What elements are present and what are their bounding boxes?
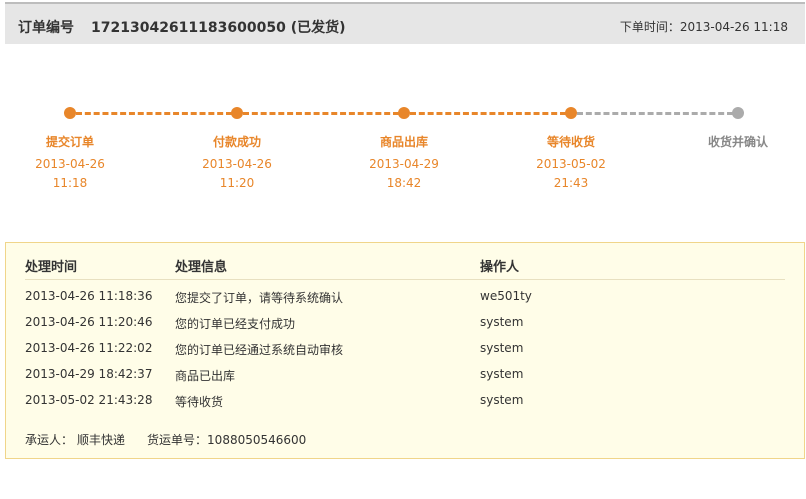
shipping-info: 承运人： 顺丰快递 货运单号：1088050546600 <box>25 431 306 448</box>
row-operator: system <box>480 315 524 329</box>
order-time-label: 下单时间： <box>619 20 680 34</box>
progress-connector <box>577 112 733 115</box>
order-time-value: 2013-04-26 11:18 <box>679 20 788 34</box>
step-time: 18:42 <box>386 176 422 190</box>
row-info: 您提交了订单，请等待系统确认 <box>175 291 344 305</box>
log-row: 2013-04-26 11:20:46 您的订单已经支付成功 system <box>25 315 785 335</box>
progress-dot <box>732 107 744 119</box>
tracking-label: 货运单号： <box>147 433 208 447</box>
step-datetime: 2013-04-29 18:42 <box>344 155 464 193</box>
progress-dot <box>398 107 410 119</box>
step-label: 等待收货 <box>546 135 595 149</box>
step-time: 21:43 <box>553 176 589 190</box>
row-operator: system <box>480 393 524 407</box>
step-label: 收货并确认 <box>707 135 768 149</box>
progress-dot <box>565 107 577 119</box>
step-date: 2013-05-02 <box>536 157 606 171</box>
header-time: 处理时间 <box>25 260 78 275</box>
row-info: 商品已出库 <box>175 369 236 383</box>
row-info: 您的订单已经通过系统自动审核 <box>175 343 344 357</box>
row-operator: we501ty <box>480 289 532 303</box>
carrier-name: 顺丰快递 <box>77 433 126 447</box>
row-time: 2013-05-02 21:43:28 <box>25 393 153 407</box>
row-time: 2013-04-29 18:42:37 <box>25 367 153 381</box>
row-operator: system <box>480 341 524 355</box>
log-header: 处理时间 处理信息 操作人 <box>25 256 785 280</box>
header-info: 处理信息 <box>175 260 228 275</box>
step-label: 商品出库 <box>379 135 428 149</box>
progress-dot <box>64 107 76 119</box>
row-info: 等待收货 <box>175 395 224 409</box>
step-time: 11:20 <box>219 176 255 190</box>
step-date: 2013-04-26 <box>35 157 105 171</box>
step-label: 提交订单 <box>45 135 94 149</box>
log-row: 2013-04-29 18:42:37 商品已出库 system <box>25 367 785 387</box>
step-label: 付款成功 <box>212 135 261 149</box>
order-progress: 提交订单 2013-04-26 11:18 付款成功 2013-04-26 11:2… <box>0 100 806 200</box>
tracking-number: 1088050546600 <box>207 433 307 447</box>
row-time: 2013-04-26 11:18:36 <box>25 289 153 303</box>
step-datetime: 2013-04-26 11:20 <box>177 155 297 193</box>
order-number-value: 17213042611183600050 <box>91 20 286 36</box>
step-date: 2013-04-26 <box>202 157 272 171</box>
order-time: 下单时间：2013-04-26 11:18 <box>620 18 788 35</box>
progress-connector <box>76 112 232 115</box>
order-status: (已发货) <box>290 20 346 36</box>
log-row: 2013-04-26 11:18:36 您提交了订单，请等待系统确认 we501… <box>25 289 785 309</box>
progress-connector <box>410 112 566 115</box>
row-operator: system <box>480 367 524 381</box>
header-operator: 操作人 <box>480 260 520 275</box>
log-row: 2013-04-26 11:22:02 您的订单已经通过系统自动审核 syste… <box>25 341 785 361</box>
row-time: 2013-04-26 11:20:46 <box>25 315 153 329</box>
order-header: 订单编号 17213042611183600050 (已发货) 下单时间：201… <box>5 2 805 44</box>
log-row: 2013-05-02 21:43:28 等待收货 system <box>25 393 785 413</box>
step-datetime: 2013-04-26 11:18 <box>10 155 130 193</box>
order-number: 17213042611183600050 (已发货) <box>91 17 346 37</box>
progress-connector <box>243 112 399 115</box>
order-log: 处理时间 处理信息 操作人 2013-04-26 11:18:36 您提交了订单… <box>5 242 805 459</box>
step-date: 2013-04-29 <box>369 157 439 171</box>
order-number-label: 订单编号 <box>18 20 74 36</box>
row-time: 2013-04-26 11:22:02 <box>25 341 153 355</box>
step-time: 11:18 <box>52 176 88 190</box>
progress-dot <box>231 107 243 119</box>
step-datetime: 2013-05-02 21:43 <box>511 155 631 193</box>
row-info: 您的订单已经支付成功 <box>175 317 296 331</box>
carrier-label: 承运人： <box>25 433 74 447</box>
